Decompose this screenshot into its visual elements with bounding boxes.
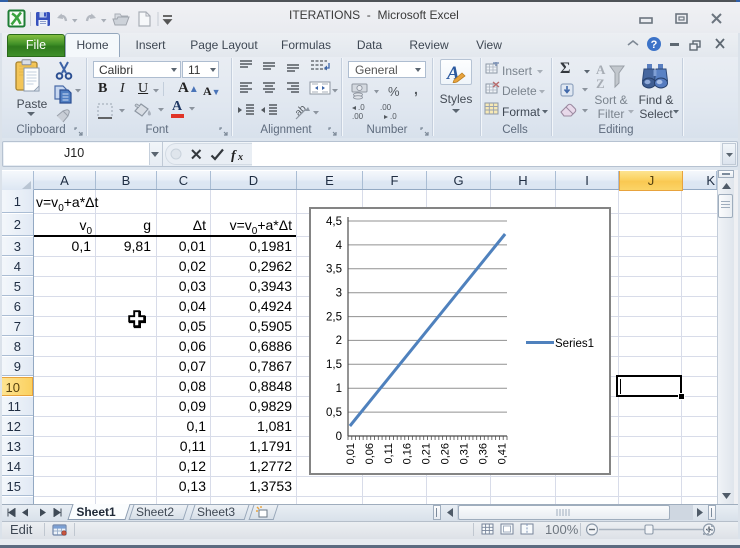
svg-text:?: ?: [651, 39, 658, 51]
svg-text:.0: .0: [390, 112, 397, 121]
svg-text:1: 1: [336, 383, 342, 395]
svg-text:%: %: [388, 84, 400, 99]
svg-text:Z: Z: [596, 76, 605, 91]
svg-text:2,5: 2,5: [326, 312, 342, 324]
svg-text:0,16: 0,16: [402, 443, 414, 464]
svg-text:0,01: 0,01: [345, 443, 357, 464]
svg-text:.00: .00: [380, 103, 392, 112]
svg-text:x: x: [237, 152, 243, 162]
svg-text:4,5: 4,5: [326, 216, 342, 228]
svg-text:.00: .00: [352, 112, 364, 121]
svg-text:0,26: 0,26: [440, 443, 452, 464]
svg-text:.0: .0: [358, 103, 365, 112]
svg-text:,: ,: [414, 82, 418, 97]
svg-text:3: 3: [336, 288, 342, 300]
svg-text:0,06: 0,06: [364, 443, 376, 464]
svg-text:0,5: 0,5: [326, 407, 342, 419]
svg-text:0,21: 0,21: [421, 443, 433, 464]
svg-text:0,41: 0,41: [496, 443, 508, 464]
svg-text:1,5: 1,5: [326, 359, 342, 371]
svg-text:Series1: Series1: [555, 338, 594, 350]
svg-text:0,36: 0,36: [477, 443, 489, 464]
svg-text:0,11: 0,11: [383, 443, 395, 464]
svg-text:0,31: 0,31: [459, 443, 471, 464]
svg-text:3,5: 3,5: [326, 264, 342, 276]
svg-text:2: 2: [336, 335, 342, 347]
svg-text:f: f: [231, 149, 237, 163]
svg-text:0: 0: [336, 431, 342, 443]
svg-text:A: A: [596, 62, 606, 77]
svg-text:4: 4: [336, 240, 343, 252]
